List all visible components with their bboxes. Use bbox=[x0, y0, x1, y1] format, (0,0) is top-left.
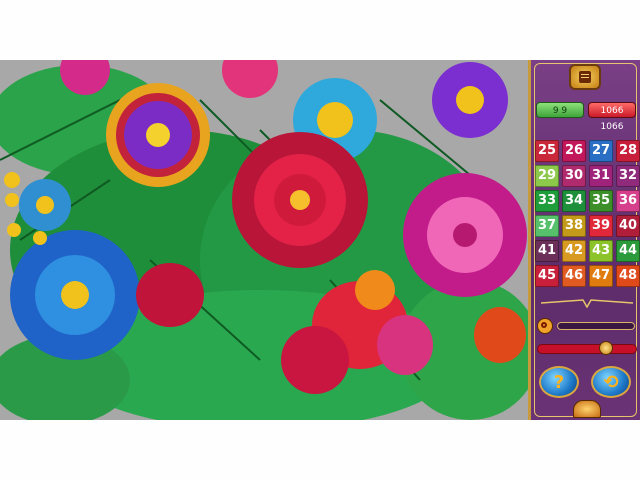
palette-cell[interactable]: 30 bbox=[562, 165, 586, 187]
palette-cell[interactable]: 29 bbox=[535, 165, 559, 187]
palette-cell[interactable]: 38 bbox=[562, 215, 586, 237]
help-button[interactable]: ? bbox=[539, 366, 579, 398]
zoom-control[interactable] bbox=[537, 318, 637, 334]
magnifier-icon[interactable] bbox=[537, 318, 553, 334]
ornament-divider bbox=[540, 299, 634, 308]
color-number-palette: 25 26 27 28 29 30 31 32 33 34 35 36 37 38 39 40 41 42 43 44… bbox=[535, 140, 640, 287]
palette-cell[interactable]: 27 bbox=[589, 140, 613, 162]
palette-cell[interactable]: 48 bbox=[616, 265, 640, 287]
palette-cell[interactable]: 32 bbox=[616, 165, 640, 187]
palette-cell[interactable]: 26 bbox=[562, 140, 586, 162]
palette-cell[interactable]: 44 bbox=[616, 240, 640, 262]
palette-cell[interactable]: 37 bbox=[535, 215, 559, 237]
progress-slider-knob[interactable] bbox=[599, 341, 613, 355]
palette-cell[interactable]: 42 bbox=[562, 240, 586, 262]
palette-cell[interactable]: 33 bbox=[535, 190, 559, 212]
coloring-canvas[interactable] bbox=[0, 60, 528, 420]
palette-cell[interactable]: 45 bbox=[535, 265, 559, 287]
hint-button[interactable]: ⟲ bbox=[591, 366, 631, 398]
menu-book-icon[interactable] bbox=[569, 64, 601, 90]
palette-cell[interactable]: 46 bbox=[562, 265, 586, 287]
palette-cell[interactable]: 35 bbox=[589, 190, 613, 212]
palette-cell[interactable]: 36 bbox=[616, 190, 640, 212]
gear-emblem-icon bbox=[573, 400, 601, 418]
placed-counter-value: 9 9 bbox=[552, 106, 568, 116]
arrows-hint-icon: ⟲ bbox=[603, 371, 619, 393]
palette-cell[interactable]: 25 bbox=[535, 140, 559, 162]
game-screen: 9 9 1066 1066 25 26 27 28 29 30 31 32 33 34 35 36 37… bbox=[0, 60, 640, 420]
placed-counter: 9 9 bbox=[536, 102, 584, 118]
total-counter-value: 1066 1066 bbox=[600, 106, 624, 132]
palette-cell[interactable]: 41 bbox=[535, 240, 559, 262]
zoom-slider-track[interactable] bbox=[557, 322, 635, 330]
total-counter: 1066 1066 bbox=[588, 102, 636, 132]
palette-cell[interactable]: 47 bbox=[589, 265, 613, 287]
palette-cell[interactable]: 43 bbox=[589, 240, 613, 262]
palette-cell[interactable]: 34 bbox=[562, 190, 586, 212]
palette-cell[interactable]: 40 bbox=[616, 215, 640, 237]
question-mark-icon: ? bbox=[553, 371, 565, 393]
side-panel: 9 9 1066 1066 25 26 27 28 29 30 31 32 33 34 35 36 37… bbox=[528, 60, 640, 420]
palette-cell[interactable]: 28 bbox=[616, 140, 640, 162]
progress-slider[interactable] bbox=[537, 341, 637, 357]
palette-cell[interactable]: 39 bbox=[589, 215, 613, 237]
palette-cell[interactable]: 31 bbox=[589, 165, 613, 187]
progress-slider-track[interactable] bbox=[537, 344, 637, 354]
book-icon-glyph bbox=[579, 71, 591, 83]
